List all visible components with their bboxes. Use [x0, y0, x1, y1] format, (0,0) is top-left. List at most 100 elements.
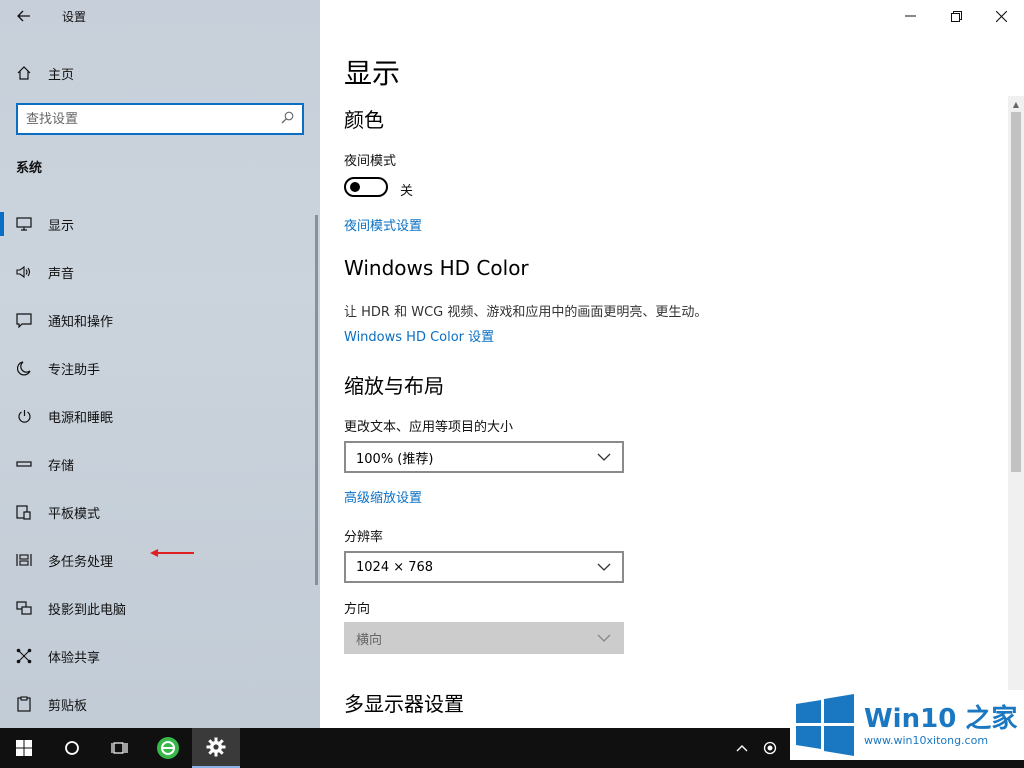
size-value: 100% (推荐)	[356, 451, 434, 467]
windows-logo-icon	[16, 740, 32, 756]
power-icon	[0, 409, 48, 424]
sidebar-item-label: 专注助手	[48, 362, 101, 378]
main-scrollbar[interactable]: ▲	[1008, 96, 1024, 728]
search-icon[interactable]	[281, 111, 294, 128]
resolution-value: 1024 × 768	[356, 559, 434, 575]
app-title: 设置	[62, 9, 87, 24]
advanced-scaling-link[interactable]: 高级缩放设置	[344, 487, 422, 506]
speaker-icon	[0, 265, 48, 279]
night-light-state: 关	[400, 184, 414, 199]
minimize-icon	[904, 15, 916, 17]
sidebar: 设置 主页 系统 显示 声音 通知和操作	[0, 0, 320, 728]
orientation-value: 横向	[356, 632, 383, 648]
sidebar-item-multitasking[interactable]: 多任务处理	[0, 536, 320, 584]
sidebar-item-display[interactable]: 显示	[0, 200, 320, 248]
sidebar-item-label: 显示	[48, 218, 75, 234]
title-bar: 设置	[0, 0, 320, 32]
moon-icon	[0, 360, 48, 376]
chevron-down-icon	[597, 634, 611, 642]
toggle-knob	[350, 182, 360, 192]
sidebar-item-storage[interactable]: 存储	[0, 440, 320, 488]
chevron-down-icon	[597, 563, 611, 571]
project-icon	[0, 600, 48, 616]
search-input[interactable]	[26, 111, 281, 127]
browser-app-button[interactable]	[144, 728, 192, 768]
chevron-up-icon	[736, 745, 748, 752]
sidebar-item-label: 存储	[48, 458, 75, 474]
resolution-dropdown[interactable]: 1024 × 768	[344, 551, 624, 583]
sidebar-item-notifications[interactable]: 通知和操作	[0, 296, 320, 344]
night-light-label: 夜间模式	[344, 154, 397, 169]
back-arrow-icon	[17, 10, 30, 22]
restore-button[interactable]	[933, 0, 979, 32]
main-content: 显示 颜色 夜间模式 关 夜间模式设置 Windows HD Color 让 H…	[320, 0, 1024, 728]
browser-icon	[157, 737, 179, 759]
page-title: 显示	[344, 57, 401, 90]
size-label: 更改文本、应用等项目的大小	[344, 420, 514, 435]
hdr-heading: Windows HD Color	[344, 256, 529, 280]
sidebar-item-shared-experiences[interactable]: 体验共享	[0, 632, 320, 680]
nav-list: 显示 声音 通知和操作 专注助手 电源和睡眠 存储 平板模式 多任务处理 投影到…	[0, 200, 320, 728]
home-icon	[0, 65, 48, 81]
watermark-url: www.win10xitong.com	[864, 733, 989, 747]
watermark-text: Win10 之家 www.win10xitong.com	[864, 704, 1017, 747]
red-arrow-annotation	[150, 549, 194, 557]
scale-heading: 缩放与布局	[344, 374, 444, 398]
night-light-settings-link[interactable]: 夜间模式设置	[344, 215, 422, 234]
orientation-label: 方向	[344, 602, 371, 617]
clipboard-icon	[0, 696, 48, 712]
home-label: 主页	[48, 67, 75, 83]
task-view-icon	[111, 742, 128, 754]
search-box[interactable]	[16, 103, 304, 135]
hdr-description: 让 HDR 和 WCG 视频、游戏和应用中的画面更明亮、更生动。	[344, 305, 708, 320]
restore-icon	[950, 10, 962, 22]
watermark-title: Win10 之家	[864, 703, 1018, 734]
sidebar-item-clipboard[interactable]: 剪贴板	[0, 680, 320, 728]
sidebar-home[interactable]: 主页	[0, 56, 320, 90]
resolution-label: 分辨率	[344, 530, 384, 545]
sidebar-item-label: 通知和操作	[48, 314, 114, 330]
watermark: Win10 之家 www.win10xitong.com	[790, 690, 1024, 760]
night-light-toggle[interactable]	[344, 177, 388, 197]
start-button[interactable]	[0, 728, 48, 768]
cortana-circle-icon	[65, 741, 79, 755]
sidebar-item-label: 多任务处理	[48, 554, 114, 570]
scroll-up-icon[interactable]: ▲	[1008, 96, 1024, 112]
multi-display-heading: 多显示器设置	[344, 692, 464, 716]
chevron-down-icon	[597, 453, 611, 461]
monitor-icon	[0, 217, 48, 231]
sidebar-item-focus-assist[interactable]: 专注助手	[0, 344, 320, 392]
scrollbar-thumb[interactable]	[1011, 112, 1021, 472]
close-button[interactable]	[978, 0, 1024, 32]
sidebar-item-label: 平板模式	[48, 506, 101, 522]
tray-overflow-button[interactable]	[728, 728, 756, 768]
gear-icon	[206, 737, 226, 757]
multitask-icon	[0, 553, 48, 567]
section-title: 系统	[16, 161, 43, 176]
settings-app-button[interactable]	[192, 728, 240, 768]
record-icon	[763, 741, 777, 755]
cortana-button[interactable]	[48, 728, 96, 768]
size-dropdown[interactable]: 100% (推荐)	[344, 441, 624, 473]
task-view-button[interactable]	[96, 728, 144, 768]
sidebar-item-label: 剪贴板	[48, 698, 88, 714]
sidebar-scrollbar[interactable]	[315, 215, 318, 585]
orientation-dropdown: 横向	[344, 622, 624, 654]
sidebar-item-label: 声音	[48, 266, 75, 282]
tray-record-button[interactable]	[756, 728, 784, 768]
color-heading: 颜色	[344, 108, 384, 132]
storage-icon	[0, 460, 48, 468]
sidebar-item-project[interactable]: 投影到此电脑	[0, 584, 320, 632]
sidebar-item-label: 电源和睡眠	[48, 410, 114, 426]
minimize-button[interactable]	[887, 0, 933, 32]
sidebar-item-power[interactable]: 电源和睡眠	[0, 392, 320, 440]
back-button[interactable]	[0, 0, 48, 32]
hdr-settings-link[interactable]: Windows HD Color 设置	[344, 326, 494, 345]
close-icon	[995, 10, 1007, 22]
tablet-icon	[0, 504, 48, 520]
notification-icon	[0, 312, 48, 328]
sidebar-item-sound[interactable]: 声音	[0, 248, 320, 296]
sidebar-item-tablet-mode[interactable]: 平板模式	[0, 488, 320, 536]
windows-watermark-logo	[796, 694, 854, 756]
sidebar-item-label: 体验共享	[48, 650, 101, 666]
